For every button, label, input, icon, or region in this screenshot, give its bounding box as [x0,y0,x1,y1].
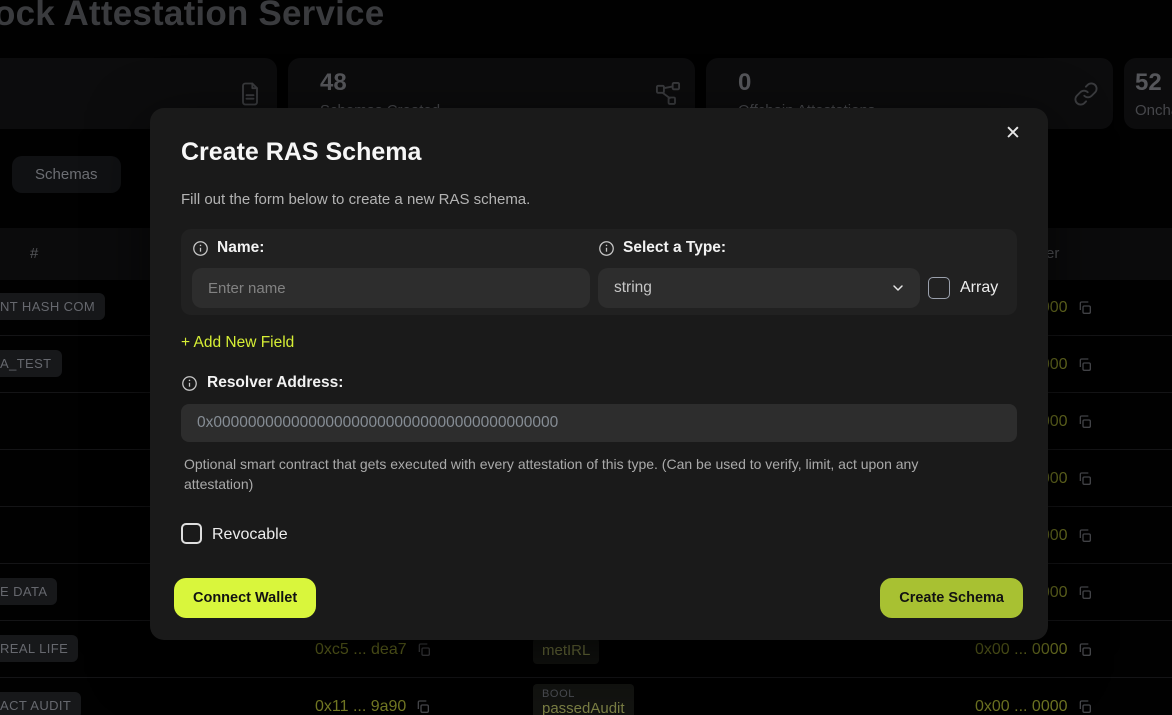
resolver-address-label: Resolver Address: [207,374,343,392]
close-icon[interactable]: ✕ [1000,121,1026,147]
type-select-value: string [614,279,652,297]
copy-icon[interactable] [1077,357,1093,373]
copy-icon[interactable] [1077,528,1093,544]
type-select[interactable]: string [598,268,920,308]
field-name: metIRL [542,642,590,659]
info-icon[interactable] [192,240,209,257]
schema-name-badge: ACT AUDIT [0,692,81,715]
schema-uid: 0xc5 ... dea7 [315,641,407,659]
link-icon [1072,80,1100,108]
resolver-helper-text: Optional smart contract that gets execut… [184,454,976,494]
revocable-checkbox[interactable] [181,523,202,544]
array-label: Array [960,279,998,297]
array-checkbox[interactable] [928,277,950,299]
stat-card-onchain: 52 Onchain Attestations [1124,58,1172,129]
modal-subtitle: Fill out the form below to create a new … [181,191,530,208]
resolver-address-input[interactable] [181,404,1017,442]
resolver-address: 0x00 ... 0000 [975,698,1068,715]
schema-field-badge: metIRL [533,638,599,664]
copy-icon[interactable] [1077,471,1093,487]
name-input[interactable] [192,268,590,308]
schema-uid: 0x11 ... 9a90 [315,698,406,715]
resolver-address: 0x00 ... 0000 [975,641,1068,659]
document-icon [236,80,264,108]
create-schema-button[interactable]: Create Schema [880,578,1023,618]
info-icon[interactable] [181,375,198,392]
page-title: ock Attestation Service [0,0,384,34]
copy-icon[interactable] [1077,585,1093,601]
tab-schemas[interactable]: Schemas [12,156,121,193]
type-label: Select a Type: [623,239,726,257]
name-label: Name: [217,239,264,257]
schema-name-badge: NT HASH COM [0,293,105,320]
copy-icon[interactable] [1077,699,1093,715]
field-name: passedAudit [542,700,625,715]
column-header-resolver: er [1046,245,1059,262]
table-row[interactable]: ACT AUDIT 0x11 ... 9a90 BOOL passedAudit… [0,679,1172,715]
field-type: BOOL [542,688,625,700]
copy-icon[interactable] [1077,414,1093,430]
schema-name-badge: E DATA [0,578,57,605]
column-header-number: # [30,245,38,262]
stat-value: 0 [738,69,751,97]
schema-field-badge: BOOL passedAudit [533,684,634,715]
schema-name-badge: REAL LIFE [0,635,78,662]
schema-name-badge: A_TEST [0,350,62,377]
copy-icon[interactable] [1077,642,1093,658]
copy-icon[interactable] [415,699,431,715]
stat-label: Onchain Attestations [1135,102,1172,119]
chevron-down-icon [890,280,906,296]
stat-value: 48 [320,69,347,97]
info-icon[interactable] [598,240,615,257]
add-new-field-button[interactable]: + Add New Field [181,334,294,352]
connect-wallet-button[interactable]: Connect Wallet [174,578,316,618]
app-root: ock Attestation Service 48 Schemas Creat… [0,0,1172,715]
copy-icon[interactable] [1077,300,1093,316]
revocable-label: Revocable [212,526,288,544]
network-icon [654,80,682,108]
field-row-panel: Name: Select a Type: string Array [181,229,1017,315]
copy-icon[interactable] [416,642,432,658]
create-schema-modal: ✕ Create RAS Schema Fill out the form be… [150,108,1048,640]
stat-value: 52 [1135,69,1162,97]
modal-title: Create RAS Schema [181,138,421,167]
